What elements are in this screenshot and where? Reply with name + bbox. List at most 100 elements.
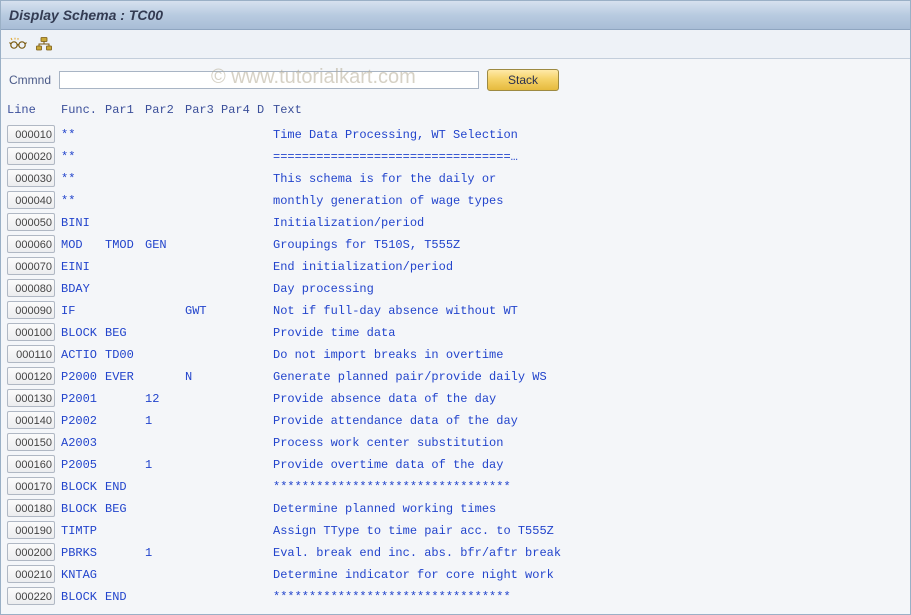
grid-row[interactable]: 000100BLOCKBEGProvide time data <box>1 322 910 344</box>
cell-text: ********************************* <box>273 586 904 608</box>
cell-par4 <box>221 586 257 608</box>
cell-text: Determine planned working times <box>273 498 904 520</box>
line-number-cell[interactable]: 000100 <box>7 322 61 344</box>
grid-row[interactable]: 000080BDAYDay processing <box>1 278 910 300</box>
cell-par4 <box>221 564 257 586</box>
app-window: Display Schema : TC00 <box>0 0 911 615</box>
grid-row[interactable]: 000210KNTAGDetermine indicator for core … <box>1 564 910 586</box>
cell-text: Initialization/period <box>273 212 904 234</box>
cell-text: Process work center substitution <box>273 432 904 454</box>
grid-row[interactable]: 000060MODTMODGENGroupings for T510S, T55… <box>1 234 910 256</box>
cell-par3 <box>185 586 221 608</box>
cell-func: A2003 <box>61 432 105 454</box>
cell-func: ** <box>61 146 105 168</box>
cell-par2: 1 <box>145 410 185 432</box>
grid-row[interactable]: 000170BLOCKEND**************************… <box>1 476 910 498</box>
grid-row[interactable]: 000140P20021Provide attendance data of t… <box>1 410 910 432</box>
cell-text: Provide overtime data of the day <box>273 454 904 476</box>
cell-text: =================================… <box>273 146 904 168</box>
cell-par3 <box>185 124 221 146</box>
line-number-cell[interactable]: 000110 <box>7 344 61 366</box>
grid-row[interactable]: 000110ACTIOTD00Do not import breaks in o… <box>1 344 910 366</box>
grid-row[interactable]: 000030**This schema is for the daily or <box>1 168 910 190</box>
where-used-button[interactable] <box>33 34 55 54</box>
cell-d <box>257 300 273 322</box>
grid-row[interactable]: 000160P20051Provide overtime data of the… <box>1 454 910 476</box>
cell-par4 <box>221 498 257 520</box>
grid-row[interactable]: 000120P2000EVERNGenerate planned pair/pr… <box>1 366 910 388</box>
line-number-cell[interactable]: 000030 <box>7 168 61 190</box>
cell-par4 <box>221 454 257 476</box>
cell-par2 <box>145 300 185 322</box>
line-number-cell[interactable]: 000070 <box>7 256 61 278</box>
toolbar: © www.tutorialkart.com <box>1 30 910 59</box>
cell-func: ** <box>61 124 105 146</box>
command-input[interactable] <box>59 71 479 89</box>
cell-par2 <box>145 168 185 190</box>
line-number-cell[interactable]: 000200 <box>7 542 61 564</box>
line-number-cell[interactable]: 000180 <box>7 498 61 520</box>
line-number-cell[interactable]: 000170 <box>7 476 61 498</box>
cell-par3 <box>185 168 221 190</box>
grid-row[interactable]: 000200PBRKS1Eval. break end inc. abs. bf… <box>1 542 910 564</box>
cell-par1 <box>105 190 145 212</box>
line-number: 000140 <box>7 411 55 429</box>
cell-par2 <box>145 322 185 344</box>
line-number-cell[interactable]: 000190 <box>7 520 61 542</box>
cell-par2 <box>145 498 185 520</box>
grid-row[interactable]: 000050BINI Initialization/period <box>1 212 910 234</box>
display-attributes-button[interactable] <box>7 34 29 54</box>
line-number-cell[interactable]: 000060 <box>7 234 61 256</box>
cell-func: BINI <box>61 212 105 234</box>
cell-par2 <box>145 366 185 388</box>
grid-row[interactable]: 000040**monthly generation of wage types <box>1 190 910 212</box>
cell-par1 <box>105 256 145 278</box>
cell-par2: 1 <box>145 454 185 476</box>
line-number: 000080 <box>7 279 55 297</box>
cell-par2 <box>145 278 185 300</box>
cell-par1: END <box>105 586 145 608</box>
grid-row[interactable]: 000090IFGWTNot if full-day absence witho… <box>1 300 910 322</box>
grid-row[interactable]: 000130P200112Provide absence data of the… <box>1 388 910 410</box>
glasses-icon <box>9 37 27 51</box>
cell-par1 <box>105 278 145 300</box>
cell-par2: 12 <box>145 388 185 410</box>
grid-body: 000010**Time Data Processing, WT Selecti… <box>1 124 910 614</box>
line-number-cell[interactable]: 000120 <box>7 366 61 388</box>
cell-par4 <box>221 476 257 498</box>
cell-par3: N <box>185 366 221 388</box>
line-number: 000120 <box>7 367 55 385</box>
line-number-cell[interactable]: 000090 <box>7 300 61 322</box>
cell-par3: GWT <box>185 300 221 322</box>
cell-par1 <box>105 124 145 146</box>
cell-func: KNTAG <box>61 564 105 586</box>
line-number-cell[interactable]: 000140 <box>7 410 61 432</box>
line-number-cell[interactable]: 000040 <box>7 190 61 212</box>
line-number-cell[interactable]: 000160 <box>7 454 61 476</box>
cell-text: Provide attendance data of the day <box>273 410 904 432</box>
line-number-cell[interactable]: 000080 <box>7 278 61 300</box>
grid-row[interactable]: 000020** ================================… <box>1 146 910 168</box>
cell-par4 <box>221 344 257 366</box>
line-number-cell[interactable]: 000010 <box>7 124 61 146</box>
grid-row[interactable]: 000070EINIEnd initialization/period <box>1 256 910 278</box>
grid-row[interactable]: 000150A2003 Process work center substitut… <box>1 432 910 454</box>
header-par4: Par4 <box>221 99 257 121</box>
grid-row[interactable]: 000180BLOCKBEGDetermine planned working … <box>1 498 910 520</box>
grid-row[interactable]: 000220BLOCKEND**************************… <box>1 586 910 608</box>
stack-button[interactable]: Stack <box>487 69 559 91</box>
header-text: Text <box>273 99 904 121</box>
grid-row[interactable]: 000190TIMTPAssign TType to time pair acc… <box>1 520 910 542</box>
line-number-cell[interactable]: 000150 <box>7 432 61 454</box>
cell-par4 <box>221 124 257 146</box>
line-number-cell[interactable]: 000130 <box>7 388 61 410</box>
line-number-cell[interactable]: 000020 <box>7 146 61 168</box>
cell-par2 <box>145 124 185 146</box>
cell-d <box>257 388 273 410</box>
cell-d <box>257 322 273 344</box>
grid-row[interactable]: 000010**Time Data Processing, WT Selecti… <box>1 124 910 146</box>
line-number-cell[interactable]: 000220 <box>7 586 61 608</box>
line-number-cell[interactable]: 000210 <box>7 564 61 586</box>
line-number-cell[interactable]: 000050 <box>7 212 61 234</box>
cell-func: BLOCK <box>61 322 105 344</box>
